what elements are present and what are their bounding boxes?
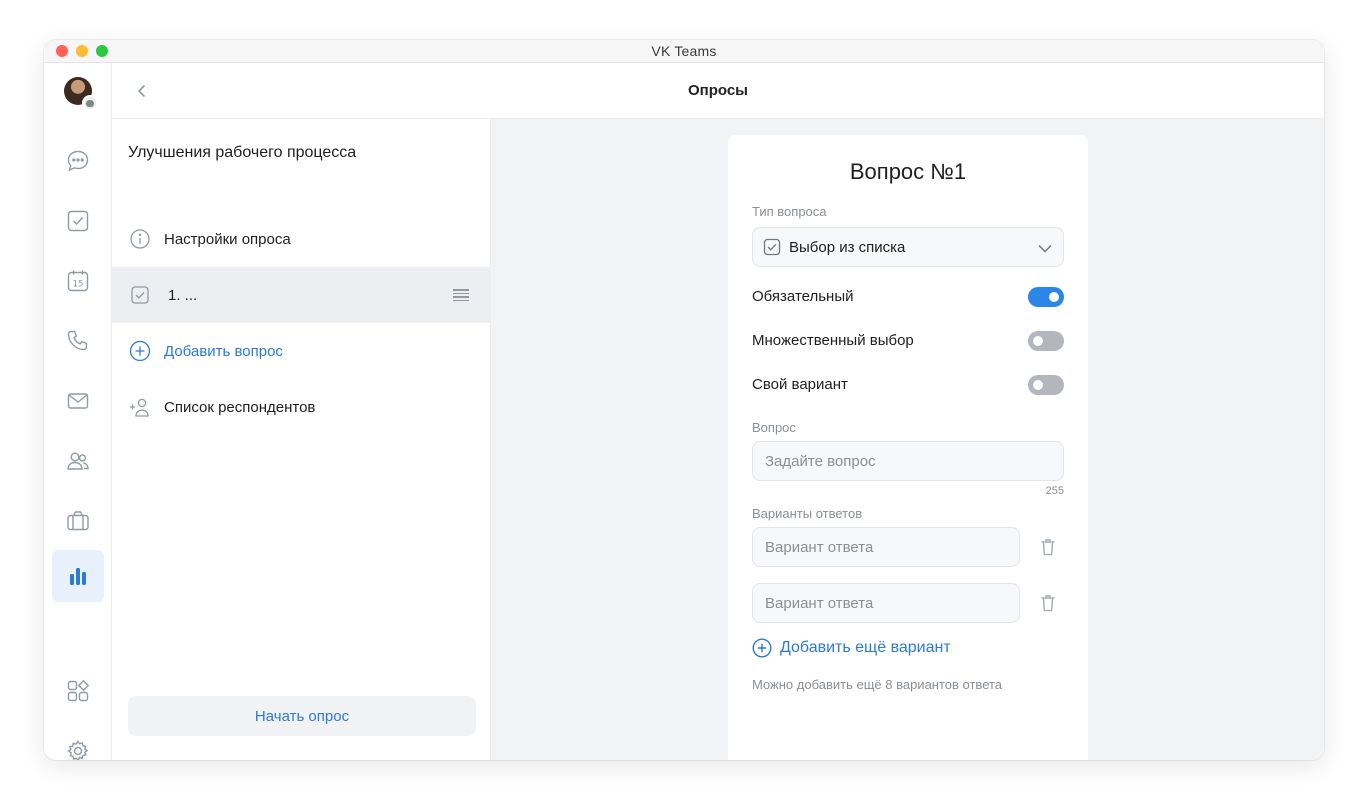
trash-icon bbox=[1041, 595, 1055, 612]
phone-icon bbox=[67, 330, 88, 351]
multiple-choice-switch[interactable] bbox=[1028, 331, 1064, 351]
question-list-item[interactable]: 1. ... bbox=[112, 267, 491, 323]
page-title: Опросы bbox=[687, 82, 748, 99]
delete-answer-1-button[interactable] bbox=[1038, 536, 1058, 558]
plus-circle-icon bbox=[128, 339, 152, 363]
zoom-window-button[interactable] bbox=[96, 45, 108, 57]
add-question-label: Добавить вопрос bbox=[164, 342, 283, 360]
contacts-icon bbox=[67, 452, 89, 470]
poll-title: Улучшения рабочего процесса bbox=[128, 144, 357, 161]
add-variant-label: Добавить ещё вариант bbox=[780, 639, 951, 656]
question-type-select[interactable]: Выбор из списка bbox=[752, 227, 1064, 267]
window-title: VK Teams bbox=[651, 43, 717, 59]
start-poll-button[interactable]: Начать опрос bbox=[128, 696, 476, 736]
chevron-down-icon bbox=[1037, 240, 1053, 256]
settings-icon bbox=[67, 740, 89, 760]
delete-answer-2-button[interactable] bbox=[1038, 592, 1058, 614]
drag-handle-icon[interactable] bbox=[453, 289, 469, 301]
multiple-choice-toggle-row: Множественный выбор bbox=[752, 329, 1064, 353]
answers-hint: Можно добавить ещё 8 вариантов ответа bbox=[752, 677, 1003, 692]
nav-contacts[interactable] bbox=[52, 435, 104, 487]
answer-input-1[interactable] bbox=[752, 527, 1020, 567]
polls-icon bbox=[70, 568, 86, 585]
question-item-label: 1. ... bbox=[168, 286, 198, 304]
own-variant-label: Свой вариант bbox=[752, 376, 848, 393]
respondents-item[interactable]: Список респондентов bbox=[112, 379, 491, 435]
question-type-value: Выбор из списка bbox=[789, 239, 906, 256]
multiple-choice-label: Множественный выбор bbox=[752, 332, 914, 349]
title-bar: VK Teams bbox=[44, 40, 1324, 63]
chat-icon bbox=[67, 150, 89, 172]
add-user-icon bbox=[128, 395, 152, 419]
nav-calls[interactable] bbox=[52, 315, 104, 367]
answer-input-2[interactable] bbox=[752, 583, 1020, 623]
trash-icon bbox=[1041, 539, 1055, 556]
nav-mail[interactable] bbox=[52, 375, 104, 427]
nav-settings[interactable] bbox=[52, 725, 104, 760]
question-title: Вопрос №1 bbox=[849, 159, 967, 184]
info-icon bbox=[128, 227, 152, 251]
answers-label: Варианты ответов bbox=[752, 506, 863, 521]
question-input[interactable] bbox=[752, 441, 1064, 481]
nav-apps[interactable] bbox=[52, 665, 104, 717]
page-header: Опросы bbox=[112, 63, 1324, 119]
respondents-label: Список респондентов bbox=[164, 398, 316, 416]
own-variant-switch[interactable] bbox=[1028, 375, 1064, 395]
required-switch[interactable] bbox=[1028, 287, 1064, 307]
add-question-button[interactable]: Добавить вопрос bbox=[112, 323, 491, 379]
own-variant-toggle-row: Свой вариант bbox=[752, 373, 1064, 397]
close-window-button[interactable] bbox=[56, 45, 68, 57]
add-variant-button[interactable]: Добавить ещё вариант bbox=[752, 637, 951, 659]
checkbox-icon bbox=[128, 283, 152, 307]
required-toggle-row: Обязательный bbox=[752, 285, 1064, 309]
question-type-label: Тип вопроса bbox=[752, 204, 827, 219]
question-card: Вопрос №1 Тип вопроса Выбор из списка Об… bbox=[728, 135, 1088, 760]
tasks-icon bbox=[67, 210, 89, 232]
minimize-window-button[interactable] bbox=[76, 45, 88, 57]
poll-settings-label: Настройки опроса bbox=[164, 230, 291, 248]
editor-area: Вопрос №1 Тип вопроса Выбор из списка Об… bbox=[491, 119, 1324, 760]
svg-text:15: 15 bbox=[73, 280, 84, 290]
nav-rail: 15 bbox=[44, 63, 112, 760]
poll-settings-item[interactable]: Настройки опроса bbox=[112, 211, 491, 267]
mail-icon bbox=[67, 393, 89, 409]
nav-chats[interactable] bbox=[52, 135, 104, 187]
plus-circle-icon bbox=[752, 638, 772, 658]
status-badge bbox=[82, 95, 98, 111]
calendar-icon: 15 bbox=[67, 270, 89, 292]
window-controls bbox=[56, 45, 108, 57]
poll-sidebar: Улучшения рабочего процесса Настройки оп… bbox=[112, 119, 491, 760]
question-field-label: Вопрос bbox=[752, 420, 796, 435]
nav-work[interactable] bbox=[52, 495, 104, 547]
checkbox-icon bbox=[763, 238, 781, 256]
nav-polls[interactable] bbox=[52, 550, 104, 602]
required-label: Обязательный bbox=[752, 288, 854, 305]
nav-tasks[interactable] bbox=[52, 195, 104, 247]
nav-calendar[interactable]: 15 bbox=[52, 255, 104, 307]
apps-icon bbox=[67, 679, 90, 702]
app-window: VK Teams 15 Опросы Улучшения рабочего пр… bbox=[44, 40, 1324, 760]
briefcase-icon bbox=[67, 511, 89, 531]
char-counter: 255 bbox=[1045, 485, 1064, 497]
